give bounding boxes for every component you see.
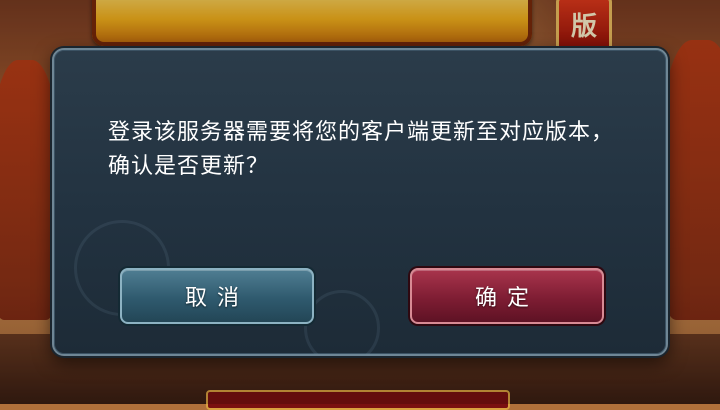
update-confirm-dialog: 登录该服务器需要将您的客户端更新至对应版本，确认是否更新？ 取消 确定 (52, 48, 668, 356)
dialog-message: 登录该服务器需要将您的客户端更新至对应版本，确认是否更新？ (108, 120, 615, 179)
cloud-decoration (304, 290, 380, 354)
cancel-button[interactable]: 取消 (120, 268, 314, 324)
confirm-button-label: 确定 (474, 286, 539, 311)
confirm-button[interactable]: 确定 (410, 268, 604, 324)
cancel-button-label: 取消 (184, 286, 249, 311)
